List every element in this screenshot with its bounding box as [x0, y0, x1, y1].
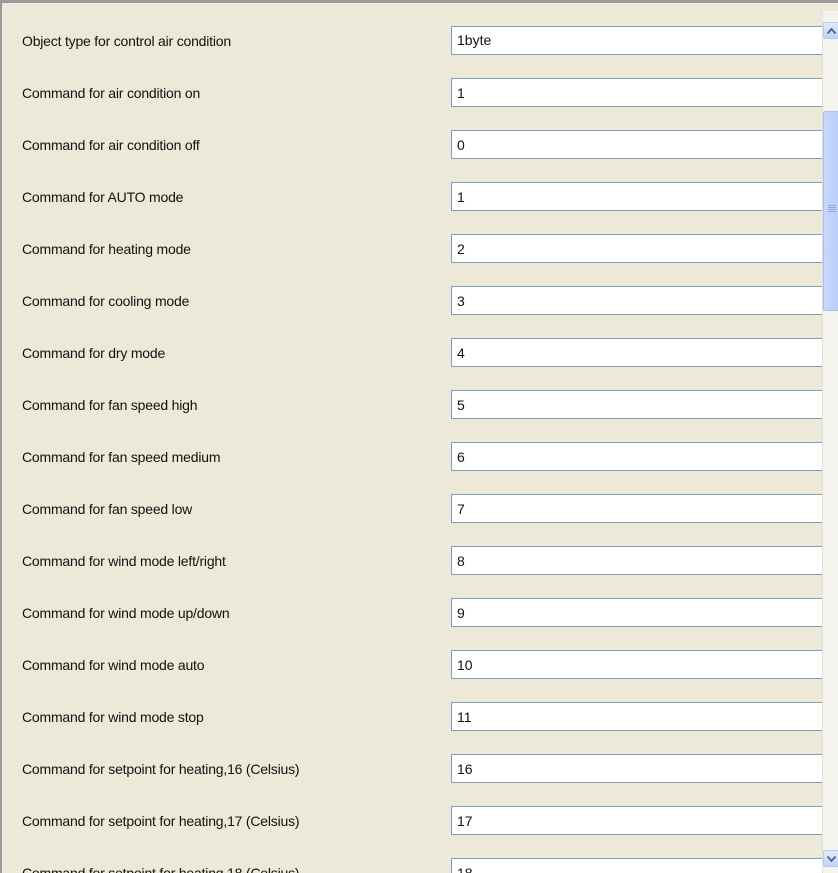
- scroll-up-button[interactable]: [823, 22, 838, 39]
- parameter-label: Command for air condition on: [22, 85, 201, 101]
- parameter-label: Command for setpoint for heating,16 (Cel…: [22, 761, 300, 777]
- vertical-scrollbar[interactable]: [822, 11, 838, 873]
- parameter-row: Command for wind mode auto: [11, 635, 822, 687]
- parameter-label: Command for wind mode left/right: [22, 553, 226, 569]
- parameter-window: Object type for control air condition 1b…: [0, 0, 838, 873]
- scrollbar-thumb[interactable]: [823, 111, 838, 311]
- parameter-value-input[interactable]: [451, 442, 822, 471]
- parameter-row: Command for air condition on: [11, 63, 822, 115]
- parameter-value-input[interactable]: [451, 650, 822, 679]
- parameter-label: Command for setpoint for heating,18 (Cel…: [22, 865, 300, 873]
- parameter-value-input[interactable]: [451, 78, 822, 107]
- parameter-label: Command for heating mode: [22, 241, 191, 257]
- object-type-select[interactable]: 1byte: [451, 26, 822, 55]
- parameter-value-input[interactable]: [451, 806, 822, 835]
- parameter-label: Command for fan speed high: [22, 397, 198, 413]
- parameter-row: Command for setpoint for heating,16 (Cel…: [11, 739, 822, 791]
- parameter-row: Command for wind mode up/down: [11, 583, 822, 635]
- parameter-row: Command for heating mode: [11, 219, 822, 271]
- parameter-label: Command for fan speed medium: [22, 449, 221, 465]
- parameter-panel: Object type for control air condition 1b…: [11, 11, 822, 873]
- parameter-value-input[interactable]: [451, 338, 822, 367]
- parameter-label: Command for wind mode stop: [22, 709, 204, 725]
- parameter-value-input[interactable]: [451, 546, 822, 575]
- parameter-label: Command for AUTO mode: [22, 189, 184, 205]
- parameter-value-input[interactable]: [451, 858, 822, 873]
- parameter-value-input[interactable]: [451, 286, 822, 315]
- parameter-row: Command for wind mode left/right: [11, 531, 822, 583]
- parameter-row: Command for fan speed high: [11, 375, 822, 427]
- parameter-value-input[interactable]: [451, 598, 822, 627]
- parameter-value-input[interactable]: [451, 234, 822, 263]
- parameter-value-input[interactable]: [451, 390, 822, 419]
- arrow-up-icon: [827, 27, 836, 34]
- parameter-value-input[interactable]: [451, 754, 822, 783]
- parameter-row: Command for setpoint for heating,17 (Cel…: [11, 791, 822, 843]
- parameter-row: Command for dry mode: [11, 323, 822, 375]
- parameter-label: Command for fan speed low: [22, 501, 193, 517]
- parameter-row: Command for fan speed low: [11, 479, 822, 531]
- parameter-label: Command for dry mode: [22, 345, 166, 361]
- parameter-row: Command for fan speed medium: [11, 427, 822, 479]
- parameter-row: Command for AUTO mode: [11, 167, 822, 219]
- arrow-down-icon: [827, 855, 836, 862]
- parameter-row: Command for setpoint for heating,18 (Cel…: [11, 843, 822, 873]
- parameter-row: Command for cooling mode: [11, 271, 822, 323]
- grip-icon: [828, 205, 836, 213]
- parameter-label: Command for air condition off: [22, 137, 200, 153]
- parameter-value-input[interactable]: [451, 182, 822, 211]
- parameter-label: Command for wind mode auto: [22, 657, 205, 673]
- parameter-label: Command for wind mode up/down: [22, 605, 230, 621]
- parameter-label: Command for cooling mode: [22, 293, 190, 309]
- parameter-row: Object type for control air condition 1b…: [11, 11, 822, 63]
- parameter-row: Command for wind mode stop: [11, 687, 822, 739]
- parameter-value-input[interactable]: [451, 494, 822, 523]
- parameter-value-input[interactable]: [451, 130, 822, 159]
- parameter-label: Command for setpoint for heating,17 (Cel…: [22, 813, 300, 829]
- parameter-value-input[interactable]: [451, 702, 822, 731]
- parameter-label: Object type for control air condition: [22, 33, 231, 49]
- scroll-down-button[interactable]: [823, 850, 838, 867]
- parameter-row: Command for air condition off: [11, 115, 822, 167]
